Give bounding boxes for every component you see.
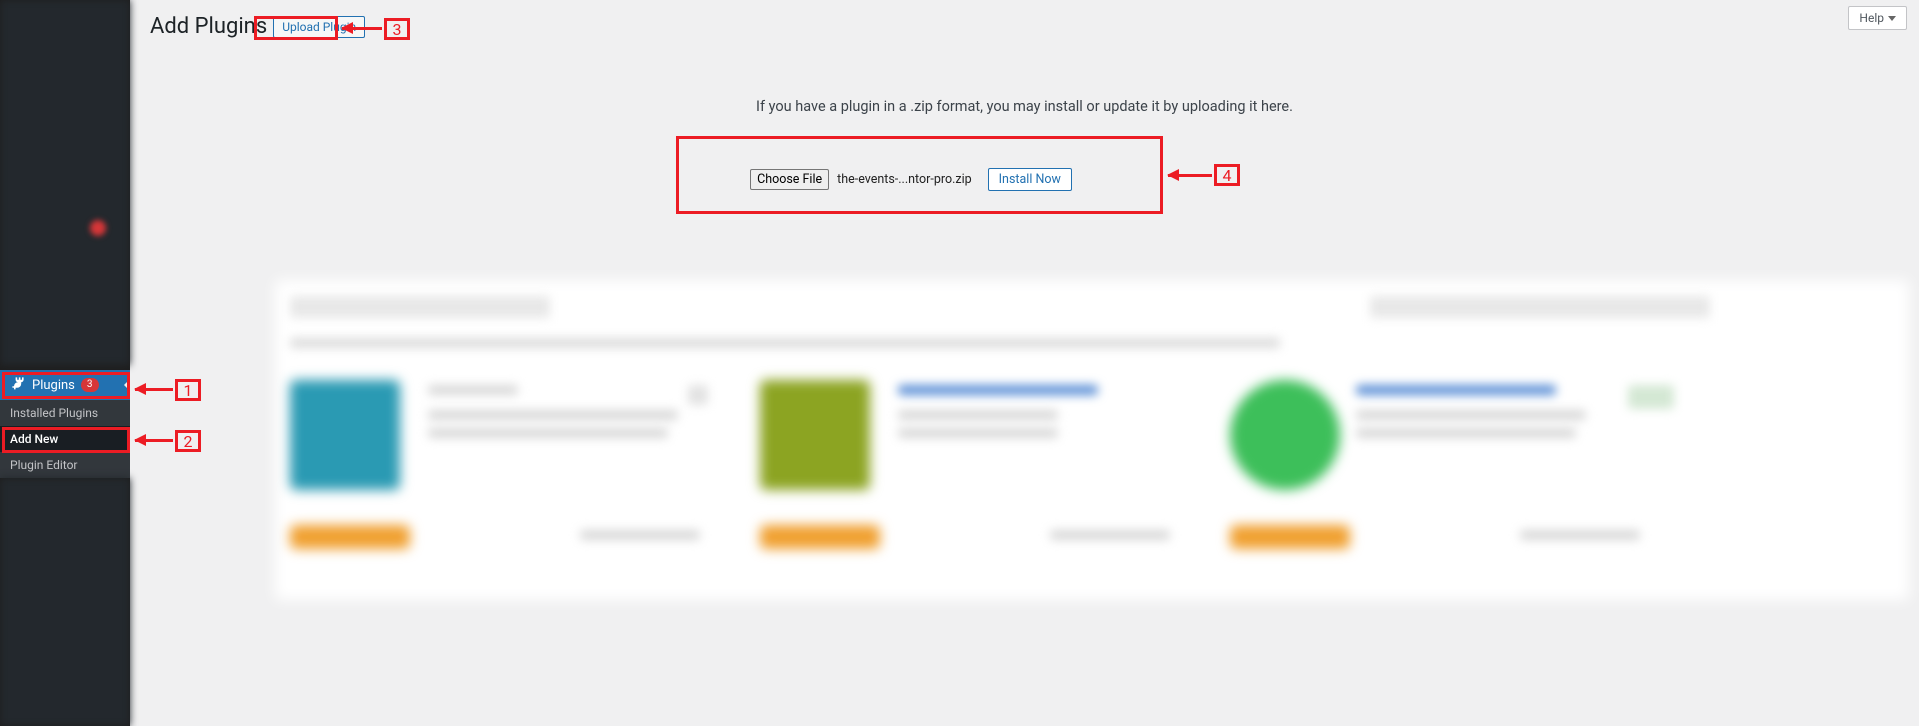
filter-tabs-blurred: [290, 296, 550, 318]
annotation-number-2: 2: [175, 430, 201, 452]
annotation-number-1: 1: [175, 379, 201, 401]
blurred-text: [428, 428, 668, 438]
help-label: Help: [1859, 11, 1884, 25]
annotation-arrow-4: [1168, 174, 1212, 177]
sidebar-blurred-top: [0, 0, 130, 365]
blurred-text: [1356, 385, 1556, 395]
plugin-directory-blurred: [275, 280, 1909, 600]
blurred-text: [1050, 530, 1170, 540]
annotation-box-4: [676, 136, 1163, 214]
results-line-blurred: [290, 338, 1280, 348]
main-content: Help Add Plugins Upload Plugin If you ha…: [130, 0, 1919, 726]
blurred-text: [898, 428, 1058, 438]
blurred-text: [580, 530, 700, 540]
blurred-text: [1356, 428, 1576, 438]
plugin-card-thumb-blurred: [290, 380, 400, 490]
sidebar-item-plugin-editor[interactable]: Plugin Editor: [0, 452, 130, 478]
upload-instruction-text: If you have a plugin in a .zip format, y…: [756, 98, 1293, 115]
blurred-text: [1520, 530, 1640, 540]
annotation-box-3: [254, 16, 338, 40]
annotation-box-1: [2, 372, 130, 399]
blurred-text: [898, 385, 1098, 395]
annotation-arrow-1: [135, 388, 173, 391]
plugin-card-stars-blurred: [760, 525, 880, 549]
plugin-card-stars-blurred: [290, 525, 410, 549]
blurred-text: [1356, 410, 1586, 420]
plugin-card-thumb-blurred: [760, 380, 870, 490]
blurred-text: [898, 410, 1058, 420]
annotation-box-2: [2, 427, 130, 453]
sidebar-badge-blur: [90, 220, 106, 236]
annotation-arrow-3: [342, 27, 382, 30]
blurred-text: [428, 385, 518, 395]
blurred-text: [1628, 385, 1674, 409]
plugin-card-stars-blurred: [1230, 525, 1350, 549]
search-plugins-blurred: [1370, 296, 1710, 318]
annotation-number-4: 4: [1214, 164, 1240, 186]
caret-down-icon: [1888, 16, 1896, 21]
page-title: Add Plugins: [150, 14, 267, 39]
blurred-text: [428, 410, 678, 420]
help-tab-button[interactable]: Help: [1848, 6, 1907, 30]
plugin-card-thumb-blurred: [1230, 380, 1340, 490]
sidebar-blurred-bottom: [0, 478, 130, 726]
annotation-arrow-2: [135, 439, 173, 442]
admin-sidebar: Plugins 3 Installed Plugins Add New Plug…: [0, 0, 130, 726]
sidebar-item-installed-plugins[interactable]: Installed Plugins: [0, 400, 130, 426]
annotation-number-3: 3: [384, 18, 410, 40]
blurred-text: [688, 385, 708, 405]
